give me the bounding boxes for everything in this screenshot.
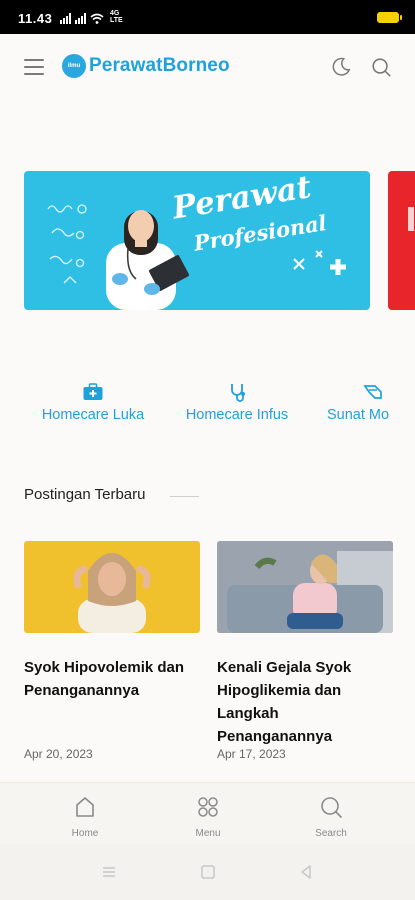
search-icon [321,797,342,818]
battery-icon [377,12,402,23]
shortcut-label: Homecare Infus [185,407,289,423]
first-aid-kit-icon [83,383,103,400]
signal-icon-2 [75,12,86,24]
home-icon [76,797,94,817]
shortcut-homecare-infus[interactable]: Homecare Infus [182,382,292,424]
section-divider [170,496,199,497]
shortcut-label: Homecare Luka [41,407,145,423]
logo-text: PerawatBorneo [89,55,230,76]
post-thumbnail [24,541,200,633]
app-header: ilmu PerawatBorneo [0,34,415,100]
lte-label: 4G LTE [110,10,123,24]
post-card[interactable]: Syok Hipovolemik dan Penanganannya Apr 2… [24,541,200,761]
signal-icon [60,12,71,24]
shortcut-sunat[interactable]: Sunat Mo [327,382,415,424]
recent-apps-icon[interactable] [101,864,117,880]
post-thumbnail [217,541,393,633]
menu-icon[interactable] [24,59,44,75]
post-title[interactable]: Syok Hipovolemik dan Penanganannya [24,656,200,702]
bottom-nav: Home Menu Search [0,782,415,844]
service-shortcuts: Homecare Luka Homecare Infus Sunat Mo [0,382,415,432]
section-title: Postingan Terbaru [24,486,146,503]
moon-icon[interactable] [330,56,352,78]
status-bar: 11.43 4G LTE [0,0,415,34]
site-logo[interactable]: ilmu PerawatBorneo [62,54,230,78]
nav-label: Search [315,828,347,839]
post-card[interactable]: Kenali Gejala Syok Hipoglikemia dan Lang… [217,541,393,761]
promo-banner[interactable]: Perawat Profesional [24,171,370,310]
status-time: 11.43 [18,11,53,26]
nav-label: Menu [195,828,221,839]
shortcut-label: Sunat Mo [327,407,390,423]
post-date: Apr 17, 2023 [217,747,286,761]
next-banner-peek[interactable] [388,171,415,310]
post-date: Apr 20, 2023 [24,747,93,761]
back-icon[interactable] [298,864,314,880]
status-icons: 4G LTE [60,10,124,24]
nav-home[interactable]: Home [50,795,120,841]
nav-search[interactable]: Search [296,795,366,841]
wifi-icon [90,13,104,24]
stethoscope-icon [231,384,245,402]
search-icon[interactable] [370,56,392,78]
home-button-icon[interactable] [200,864,216,880]
shortcut-homecare-luka[interactable]: Homecare Luka [40,382,146,424]
nav-menu[interactable]: Menu [173,795,243,841]
post-title[interactable]: Kenali Gejala Syok Hipoglikemia dan Lang… [217,656,393,748]
nav-label: Home [71,828,99,839]
scissors-icon [363,385,382,399]
system-nav-bar [0,844,415,900]
grid-icon [198,797,218,817]
logo-badge: ilmu [62,54,86,78]
